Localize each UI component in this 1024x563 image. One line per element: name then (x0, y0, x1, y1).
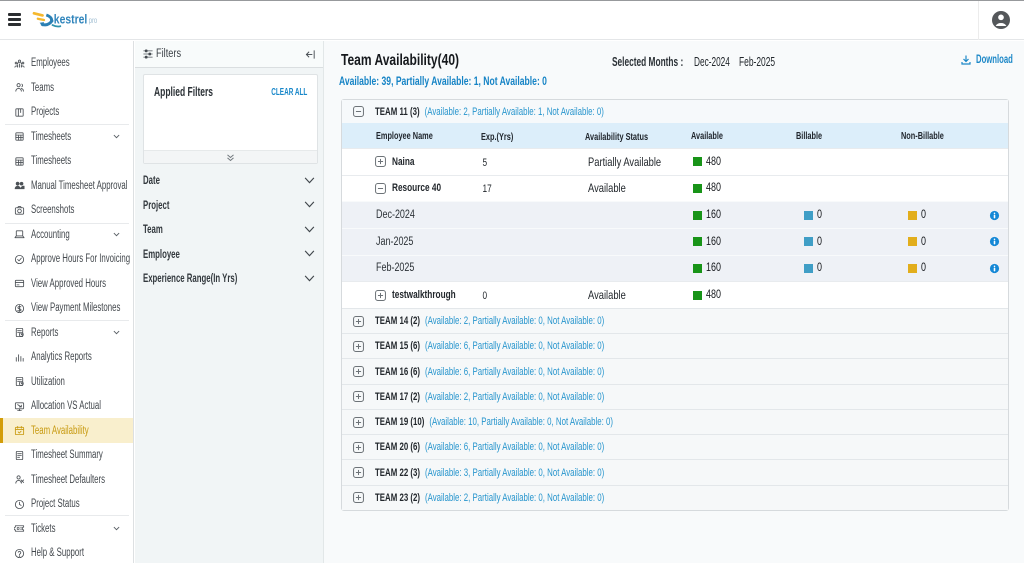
svg-text:kestrel: kestrel (54, 13, 88, 27)
svg-text:pro: pro (89, 15, 98, 25)
